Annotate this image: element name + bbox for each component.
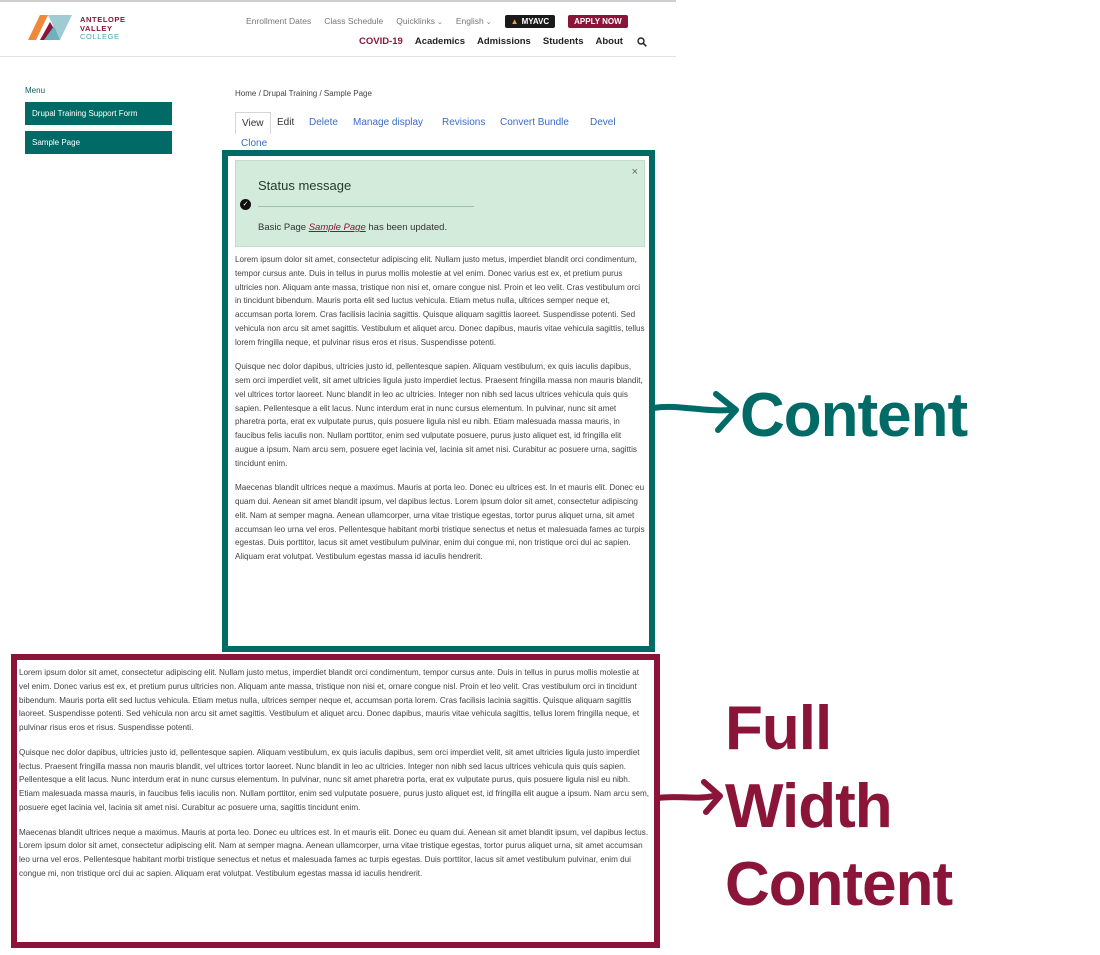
content-paragraph: Maecenas blandit ultrices neque a maximu… xyxy=(235,483,645,561)
nav-students[interactable]: Students xyxy=(543,36,584,47)
site-header: ANTELOPE VALLEY COLLEGE Enrollment Dates… xyxy=(0,0,676,57)
full-width-body: Lorem ipsum dolor sit amet, consectetur … xyxy=(19,666,649,892)
content-paragraph: Lorem ipsum dolor sit amet, consectetur … xyxy=(235,255,645,347)
chevron-down-icon: ⌄ xyxy=(437,19,443,26)
chevron-down-icon: ⌄ xyxy=(485,19,492,26)
college-logo[interactable]: ANTELOPE VALLEY COLLEGE xyxy=(26,12,126,46)
content-paragraph: Quisque nec dolor dapibus, ultricies jus… xyxy=(235,362,643,468)
tab-revisions[interactable]: Revisions xyxy=(442,117,485,128)
full-width-annotation-label: Full Width Content xyxy=(725,690,953,924)
full-width-paragraph: Maecenas blandit ultrices neque a maximu… xyxy=(19,827,649,878)
tab-delete[interactable]: Delete xyxy=(309,117,338,128)
logo-text: ANTELOPE VALLEY COLLEGE xyxy=(80,15,126,42)
status-link-sample-page[interactable]: Sample Page xyxy=(309,222,366,233)
sidebar-menu-label: Menu xyxy=(25,86,46,95)
logo-line-3: COLLEGE xyxy=(80,32,120,41)
full-width-label-line-2: Width xyxy=(725,772,893,841)
full-width-label-line-1: Full xyxy=(725,694,832,763)
quicklinks-label: Quicklinks xyxy=(396,16,435,26)
status-text-suffix: has been updated. xyxy=(365,222,448,233)
quicklinks-dropdown[interactable]: Quicklinks ⌄ xyxy=(396,16,443,26)
site-page: ANTELOPE VALLEY COLLEGE Enrollment Dates… xyxy=(0,0,676,955)
apply-now-button[interactable]: APPLY NOW xyxy=(568,14,628,28)
tab-manage-display[interactable]: Manage display xyxy=(353,117,423,128)
status-text: Basic Page Sample Page has been updated. xyxy=(258,222,447,233)
enrollment-dates-link[interactable]: Enrollment Dates xyxy=(246,16,311,26)
language-label: English xyxy=(455,16,484,26)
myavc-label: MYAVC xyxy=(521,16,550,26)
myavc-button[interactable]: ▲ MYAVC xyxy=(504,14,556,28)
nav-covid[interactable]: COVID-19 xyxy=(359,36,403,47)
tab-clone[interactable]: Clone xyxy=(241,138,267,149)
full-width-paragraph: Quisque nec dolor dapibus, ultricies jus… xyxy=(19,747,649,812)
full-width-paragraph: Lorem ipsum dolor sit amet, consectetur … xyxy=(19,668,640,732)
full-width-label-line-3: Content xyxy=(725,850,953,919)
sidebar-item-sample-page[interactable]: Sample Page xyxy=(25,131,172,154)
content-body: Lorem ipsum dolor sit amet, consectetur … xyxy=(235,253,645,575)
tab-edit[interactable]: Edit xyxy=(277,117,294,128)
class-schedule-link[interactable]: Class Schedule xyxy=(324,16,383,26)
status-text-prefix: Basic Page xyxy=(258,222,309,233)
breadcrumb[interactable]: Home / Drupal Training / Sample Page xyxy=(235,89,372,98)
logo-mark-icon xyxy=(28,15,72,40)
nav-about[interactable]: About xyxy=(596,36,623,47)
search-icon[interactable] xyxy=(637,36,647,47)
tab-devel[interactable]: Devel xyxy=(590,117,616,128)
language-dropdown[interactable]: English ⌄ xyxy=(456,16,492,26)
nav-academics[interactable]: Academics xyxy=(415,36,465,47)
myavc-logo-icon: ▲ xyxy=(510,16,519,26)
close-icon[interactable]: × xyxy=(632,166,638,178)
sidebar-item-drupal-training-support-form[interactable]: Drupal Training Support Form xyxy=(25,102,172,125)
status-title: Status message xyxy=(258,178,352,193)
nav-admissions[interactable]: Admissions xyxy=(477,36,531,47)
status-divider xyxy=(258,206,474,207)
tab-view[interactable]: View xyxy=(235,112,271,134)
check-icon: ✓ xyxy=(240,199,251,210)
arrow-right-icon xyxy=(652,391,739,433)
content-annotation-label: Content xyxy=(740,381,968,450)
utility-nav: Enrollment Dates Class Schedule Quicklin… xyxy=(246,13,628,29)
arrow-right-icon xyxy=(656,779,723,815)
main-nav: COVID-19 Academics Admissions Students A… xyxy=(359,36,647,47)
tab-convert-bundle[interactable]: Convert Bundle xyxy=(500,117,569,128)
status-message: Status message ✓ Basic Page Sample Page … xyxy=(235,160,645,247)
